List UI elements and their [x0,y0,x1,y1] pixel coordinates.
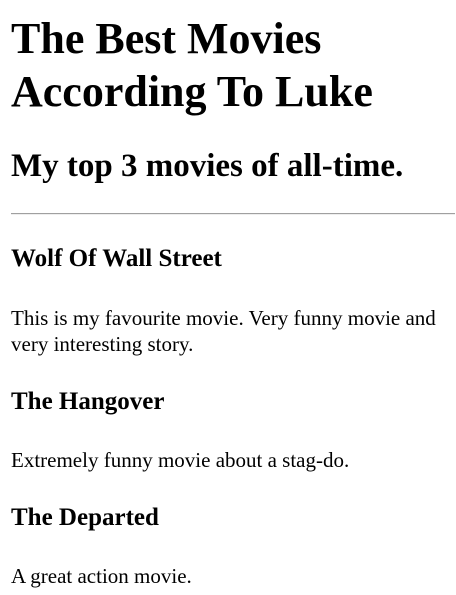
movie-description: Extremely funny movie about a stag-do. [11,448,350,472]
movie-entry: The Hangover Extremely funny movie about… [11,387,456,473]
page-content: The Best Movies According To Luke My top… [0,12,456,589]
movie-title: Wolf Of Wall Street [11,245,222,272]
movie-title: The Hangover [11,388,165,415]
movie-entry: Wolf Of Wall Street This is my favourite… [11,244,456,357]
movie-entry: The Departed A great action movie. [11,503,456,589]
movie-title: The Departed [11,504,159,531]
movie-description: A great action movie. [11,564,192,588]
divider [11,213,455,215]
page-title: The Best Movies According To Luke [11,14,373,116]
page-subtitle: My top 3 movies of all-time. [11,148,404,184]
movie-description: This is my favourite movie. Very funny m… [11,306,436,356]
